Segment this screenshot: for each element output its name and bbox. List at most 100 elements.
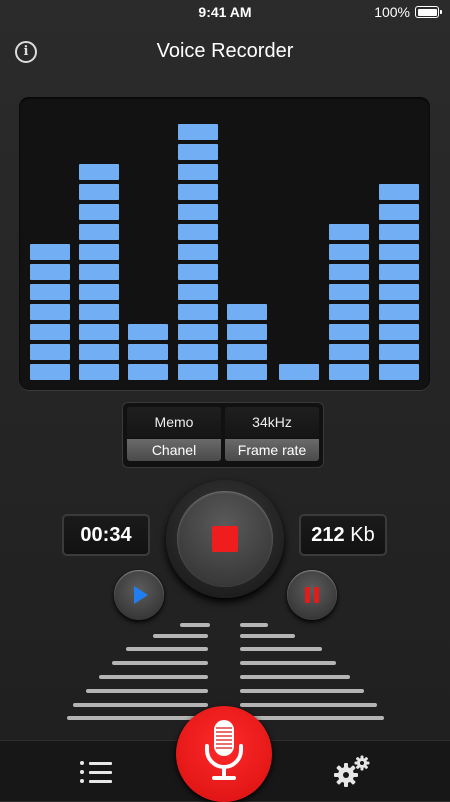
equalizer-segment	[178, 164, 218, 180]
equalizer-segment	[379, 204, 419, 220]
equalizer-segment	[79, 244, 119, 260]
pause-icon	[305, 587, 319, 603]
equalizer-segment	[178, 144, 218, 160]
grille-line	[240, 661, 336, 665]
battery-percent: 100%	[374, 4, 410, 20]
equalizer-segment	[178, 344, 218, 360]
play-icon	[134, 586, 148, 604]
channel-label: Chanel	[127, 439, 221, 461]
play-button[interactable]	[114, 570, 164, 620]
stop-button[interactable]	[177, 491, 273, 587]
equalizer-segment	[30, 304, 70, 320]
grille-line	[99, 675, 208, 679]
grille-line	[112, 661, 208, 665]
equalizer-segment	[30, 364, 70, 380]
equalizer-segment	[279, 364, 319, 380]
equalizer-segment	[30, 264, 70, 280]
frame-rate-value: 34kHz	[225, 407, 319, 438]
equalizer-segment	[178, 124, 218, 140]
equalizer-display	[19, 97, 430, 390]
equalizer-segment	[329, 264, 369, 280]
equalizer-bar	[329, 220, 369, 380]
frame-rate-label: Frame rate	[225, 439, 319, 461]
equalizer-bar	[279, 360, 319, 380]
equalizer-segment	[379, 304, 419, 320]
file-size-value: 212	[311, 524, 345, 546]
equalizer-segment	[227, 304, 267, 320]
equalizer-bar	[178, 120, 218, 380]
equalizer-segment	[79, 324, 119, 340]
status-bar: 9:41 AM 100%	[0, 0, 450, 24]
grille-line	[180, 623, 210, 627]
equalizer-segment	[379, 244, 419, 260]
record-button[interactable]	[176, 706, 272, 802]
settings-selector: Memo Chanel 34kHz Frame rate	[122, 402, 324, 468]
equalizer-segment	[178, 224, 218, 240]
equalizer-segment	[79, 184, 119, 200]
equalizer-segment	[178, 304, 218, 320]
equalizer-segment	[178, 364, 218, 380]
channel-selector[interactable]: Memo Chanel	[127, 407, 221, 463]
equalizer-segment	[178, 244, 218, 260]
equalizer-segment	[379, 324, 419, 340]
equalizer-segment	[329, 324, 369, 340]
equalizer-segment	[178, 264, 218, 280]
equalizer-bar	[79, 160, 119, 380]
gears-icon[interactable]	[330, 754, 374, 788]
equalizer-segment	[379, 344, 419, 360]
frame-rate-selector[interactable]: 34kHz Frame rate	[225, 407, 319, 463]
equalizer-segment	[30, 344, 70, 360]
equalizer-segment	[30, 244, 70, 260]
battery-icon	[415, 6, 442, 18]
equalizer-segment	[329, 344, 369, 360]
equalizer-segment	[79, 364, 119, 380]
equalizer-segment	[227, 324, 267, 340]
equalizer-segment	[227, 364, 267, 380]
equalizer-segment	[79, 264, 119, 280]
grille-line	[86, 689, 208, 693]
nav-bar: i Voice Recorder	[0, 26, 450, 76]
equalizer-bar	[30, 240, 70, 380]
equalizer-segment	[227, 344, 267, 360]
grille-line	[126, 647, 208, 651]
equalizer-segment	[329, 364, 369, 380]
equalizer-segment	[329, 224, 369, 240]
grille-line	[240, 634, 295, 638]
equalizer-segment	[379, 284, 419, 300]
grille-line	[240, 689, 364, 693]
equalizer-segment	[178, 284, 218, 300]
equalizer-segment	[329, 304, 369, 320]
equalizer-segment	[178, 204, 218, 220]
equalizer-segment	[379, 264, 419, 280]
equalizer-segment	[79, 164, 119, 180]
grille-line	[240, 647, 322, 651]
file-size: 212 Kb	[299, 514, 387, 556]
equalizer-bar	[379, 180, 419, 380]
equalizer-segment	[79, 284, 119, 300]
equalizer-segment	[329, 284, 369, 300]
list-icon[interactable]	[80, 761, 114, 783]
equalizer-segment	[30, 284, 70, 300]
equalizer-bar	[128, 320, 168, 380]
equalizer-segment	[329, 244, 369, 260]
microphone-icon	[205, 720, 243, 780]
equalizer-segment	[79, 344, 119, 360]
equalizer-segment	[79, 224, 119, 240]
elapsed-time: 00:34	[62, 514, 150, 556]
equalizer-segment	[79, 204, 119, 220]
page-title: Voice Recorder	[156, 40, 294, 62]
file-size-unit: Kb	[350, 524, 375, 546]
stop-icon	[212, 526, 238, 552]
channel-value: Memo	[127, 407, 221, 438]
equalizer-segment	[30, 324, 70, 340]
equalizer-segment	[379, 184, 419, 200]
equalizer-bar	[227, 300, 267, 380]
grille-line	[240, 623, 268, 627]
equalizer-segment	[178, 324, 218, 340]
pause-button[interactable]	[287, 570, 337, 620]
equalizer-segment	[379, 224, 419, 240]
equalizer-segment	[128, 324, 168, 340]
grille-line	[153, 634, 208, 638]
equalizer-segment	[79, 304, 119, 320]
equalizer-segment	[128, 364, 168, 380]
